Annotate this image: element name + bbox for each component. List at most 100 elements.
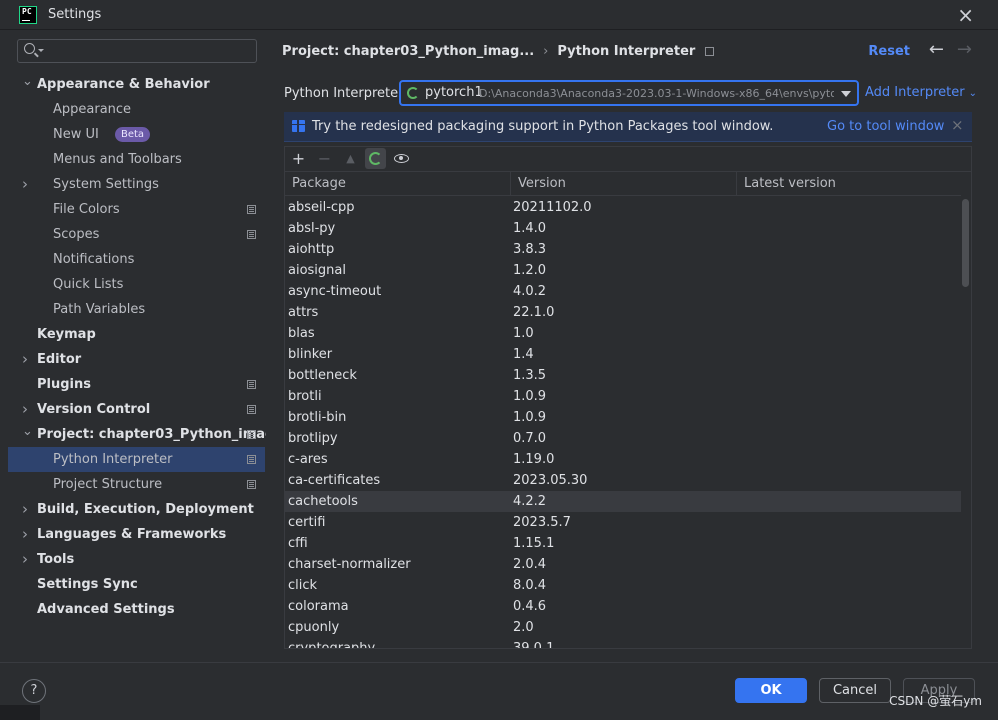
settings-tree: Appearance & Behavior Appearance New UI Bet…: [8, 72, 289, 622]
add-interpreter-button[interactable]: Add Interpreter ⌄: [865, 85, 977, 100]
table-row[interactable]: blinker 1.4: [285, 344, 961, 365]
scrollbar-thumb[interactable]: [962, 199, 969, 287]
sidebar-item-label: Menus and Toolbars: [53, 152, 182, 167]
table-row[interactable]: ca-certificates 2023.05.30: [285, 470, 961, 491]
sidebar-item-languages-frameworks[interactable]: Languages & Frameworks: [8, 522, 265, 547]
dropdown-arrow-icon[interactable]: [841, 91, 851, 97]
chevron-right-icon[interactable]: [22, 347, 32, 373]
back-arrow-icon[interactable]: ←: [929, 39, 944, 60]
add-package-icon[interactable]: +: [288, 148, 309, 169]
table-row[interactable]: cpuonly 2.0: [285, 617, 961, 638]
table-body: abseil-cpp 20211102.0 absl-py 1.4.0 aiohttp 3…: [285, 197, 961, 648]
refresh-icon[interactable]: [365, 148, 386, 169]
sidebar-item-advanced-settings[interactable]: Advanced Settings: [8, 597, 265, 622]
table-row[interactable]: attrs 22.1.0: [285, 302, 961, 323]
go-to-tool-window-link[interactable]: Go to tool window: [827, 119, 944, 134]
sidebar-item-label: Appearance & Behavior: [37, 77, 210, 92]
search-field[interactable]: [17, 39, 257, 63]
sidebar-item-scopes[interactable]: Scopes: [8, 222, 265, 247]
sidebar-item-system-settings[interactable]: System Settings: [8, 172, 265, 197]
help-icon[interactable]: ?: [22, 679, 46, 703]
interpreter-label: Python Interpreter:: [284, 86, 408, 101]
package-name-cell: aiosignal: [288, 263, 346, 278]
version-cell: 1.4.0: [513, 221, 547, 236]
package-name-cell: c-ares: [288, 452, 328, 467]
table-row[interactable]: brotli-bin 1.0.9: [285, 407, 961, 428]
cancel-button[interactable]: Cancel: [819, 678, 891, 703]
sidebar-item-label: Version Control: [37, 402, 151, 417]
sidebar-item-quick-lists[interactable]: Quick Lists: [8, 272, 265, 297]
sidebar-item-path-variables[interactable]: Path Variables: [8, 297, 265, 322]
column-header-version[interactable]: Version: [511, 172, 737, 196]
table-row[interactable]: cffi 1.15.1: [285, 533, 961, 554]
sidebar-item-plugins[interactable]: Plugins: [8, 372, 265, 397]
table-row[interactable]: charset-normalizer 2.0.4: [285, 554, 961, 575]
sidebar-item-build-execution-deployment[interactable]: Build, Execution, Deployment: [8, 497, 265, 522]
close-icon[interactable]: ×: [957, 3, 974, 27]
sidebar-item-menus-toolbars[interactable]: Menus and Toolbars: [8, 147, 265, 172]
sidebar-item-project-structure[interactable]: Project Structure: [8, 472, 265, 497]
chevron-right-icon[interactable]: [22, 522, 32, 548]
ok-button[interactable]: OK: [735, 678, 807, 703]
chevron-right-icon[interactable]: [22, 172, 32, 198]
column-header-latest-version[interactable]: Latest version: [737, 172, 961, 196]
sidebar-item-notifications[interactable]: Notifications: [8, 247, 265, 272]
sidebar-item-appearance-behavior[interactable]: Appearance & Behavior: [8, 72, 265, 97]
chevron-right-icon[interactable]: [22, 497, 32, 523]
package-name-cell: cffi: [288, 536, 308, 551]
table-row[interactable]: blas 1.0: [285, 323, 961, 344]
table-row[interactable]: bottleneck 1.3.5: [285, 365, 961, 386]
banner-close-icon[interactable]: ×: [951, 116, 964, 134]
table-row[interactable]: async-timeout 4.0.2: [285, 281, 961, 302]
interpreter-select[interactable]: pytorch1 D:\Anaconda3\Anaconda3-2023.03-…: [399, 80, 859, 106]
table-row[interactable]: brotlipy 0.7.0: [285, 428, 961, 449]
sidebar-item-new-ui[interactable]: New UI Beta: [8, 122, 265, 147]
chevron-right-icon[interactable]: [22, 547, 32, 573]
forward-arrow-icon: →: [956, 39, 972, 60]
table-row[interactable]: certifi 2023.5.7: [285, 512, 961, 533]
column-header-package[interactable]: Package: [285, 172, 511, 196]
beta-badge: Beta: [115, 127, 151, 142]
search-history-chevron-icon[interactable]: [38, 49, 44, 52]
sidebar-item-appearance[interactable]: Appearance: [8, 97, 265, 122]
sidebar-item-label: Keymap: [37, 327, 96, 342]
sidebar-item-label: Languages & Frameworks: [37, 527, 227, 542]
breadcrumb-project[interactable]: Project: chapter03_Python_imag...: [282, 44, 534, 59]
chevron-down-icon[interactable]: [22, 422, 32, 447]
version-cell: 1.2.0: [513, 263, 547, 278]
vertical-scrollbar[interactable]: [961, 197, 970, 648]
table-row[interactable]: aiosignal 1.2.0: [285, 260, 961, 281]
chevron-right-icon[interactable]: [22, 397, 32, 423]
table-row[interactable]: cryptography 39.0.1: [285, 638, 961, 648]
table-row[interactable]: absl-py 1.4.0: [285, 218, 961, 239]
table-row[interactable]: cachetools 4.2.2: [285, 491, 961, 512]
reset-link[interactable]: Reset: [868, 44, 910, 59]
sidebar-item-settings-sync[interactable]: Settings Sync: [8, 572, 265, 597]
version-cell: 2.0.4: [513, 557, 547, 572]
sidebar-item-project[interactable]: Project: chapter03_Python_imag...: [8, 422, 289, 447]
add-interpreter-label: Add Interpreter: [865, 85, 965, 100]
sidebar-item-file-colors[interactable]: File Colors: [8, 197, 265, 222]
package-name-cell: ca-certificates: [288, 473, 381, 488]
table-row[interactable]: c-ares 1.19.0: [285, 449, 961, 470]
search-input[interactable]: [46, 42, 246, 60]
sidebar-item-editor[interactable]: Editor: [8, 347, 265, 372]
chevron-down-icon[interactable]: [22, 72, 32, 97]
interpreter-path: D:\Anaconda3\Anaconda3-2023.03-1-Windows…: [479, 87, 834, 100]
sidebar-item-label: Notifications: [53, 252, 135, 267]
project-level-icon: [247, 430, 256, 439]
sidebar-item-keymap[interactable]: Keymap: [8, 322, 265, 347]
version-cell: 1.15.1: [513, 536, 555, 551]
sidebar-item-python-interpreter[interactable]: Python Interpreter: [8, 447, 265, 472]
table-row[interactable]: aiohttp 3.8.3: [285, 239, 961, 260]
show-early-releases-eye-icon[interactable]: [391, 148, 412, 169]
packages-toolbar: + − ▲: [284, 146, 972, 171]
table-row[interactable]: colorama 0.4.6: [285, 596, 961, 617]
table-row[interactable]: abseil-cpp 20211102.0: [285, 197, 961, 218]
table-row[interactable]: brotli 1.0.9: [285, 386, 961, 407]
table-row[interactable]: click 8.0.4: [285, 575, 961, 596]
upgrade-package-icon: ▲: [346, 152, 355, 165]
package-name-cell: cachetools: [288, 494, 358, 509]
sidebar-item-tools[interactable]: Tools: [8, 547, 265, 572]
sidebar-item-version-control[interactable]: Version Control: [8, 397, 265, 422]
